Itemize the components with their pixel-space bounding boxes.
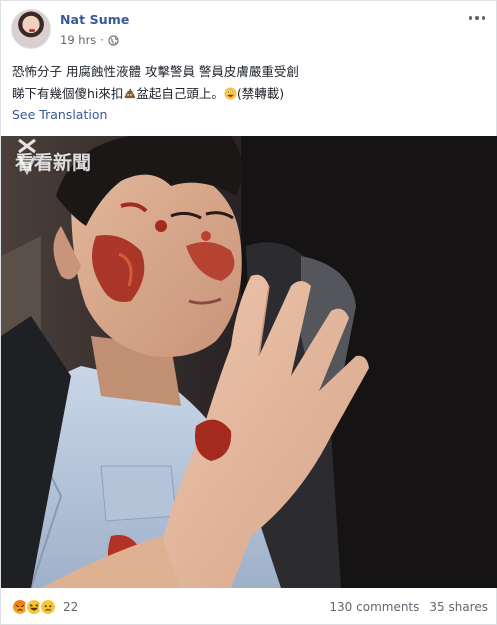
watermark-logo-icon [17,138,37,176]
author-name[interactable]: Nat Sume [60,12,129,27]
post-card: Nat Sume 19 hrs · 恐怖分子 用腐蝕性液體 攻擊警員 警員皮膚嚴… [0,0,497,625]
photo-watermark: 看看新聞 [15,136,91,186]
comments-count-link[interactable]: 130 comments [329,600,419,614]
avatar[interactable] [11,9,51,49]
post-header: Nat Sume 19 hrs · [11,9,489,51]
engagement-stats: 130 comments 35 shares [329,600,488,614]
post-text-line-2: 睇下有幾個傻hi來扣 盆起自己頭上。 (禁轉載) [12,83,482,105]
post-text-line-1: 恐怖分子 用腐蝕性液體 攻擊警員 警員皮膚嚴重受創 [12,64,299,79]
post-text: 恐怖分子 用腐蝕性液體 攻擊警員 警員皮膚嚴重受創 睇下有幾個傻hi來扣 盆起自… [12,61,482,105]
crazy-face-emoji-icon [224,87,237,100]
reaction-count[interactable]: 22 [63,600,78,614]
poop-emoji-icon [124,88,136,99]
post-meta: 19 hrs · [60,33,119,47]
see-translation-link[interactable]: See Translation [12,107,107,122]
timestamp[interactable]: 19 hrs [60,33,96,47]
photo-image [1,136,497,588]
reactions-summary[interactable]: 22 [11,598,78,616]
shares-count-link[interactable]: 35 shares [429,600,488,614]
post-text-segment-a: 睇下有幾個傻hi來扣 [12,86,124,101]
more-options-icon[interactable] [465,11,489,25]
post-text-segment-b: 盆起自己頭上。 [136,86,224,101]
post-text-segment-c: (禁轉載) [236,86,285,101]
post-footer: 22 130 comments 35 shares [11,596,488,620]
separator: · [100,33,104,47]
sad-reaction-icon[interactable] [39,598,57,616]
post-photo[interactable]: 看看新聞 [1,136,497,588]
globe-icon[interactable] [108,34,119,46]
